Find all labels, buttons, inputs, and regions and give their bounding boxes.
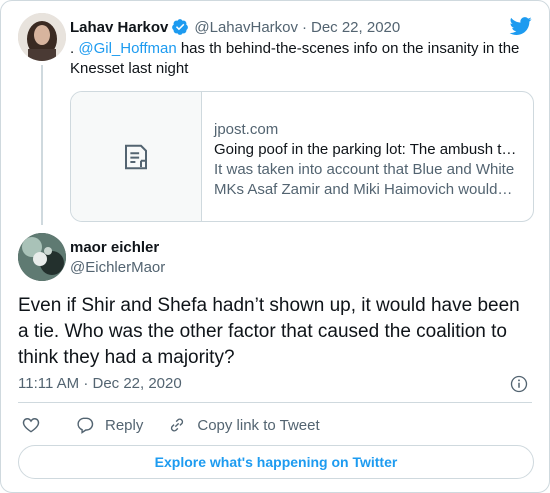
author-name[interactable]: maor eichler: [70, 239, 159, 256]
link-domain: jpost.com: [214, 121, 279, 138]
copy-link-button[interactable]: Copy link to Tweet: [167, 415, 320, 435]
mention-link[interactable]: @Gil_Hoffman: [78, 40, 176, 57]
divider: [18, 402, 532, 403]
author-avatar[interactable]: [18, 233, 66, 281]
info-icon[interactable]: [509, 374, 529, 394]
explore-twitter-button[interactable]: Explore what's happening on Twitter: [18, 445, 534, 479]
like-button[interactable]: [21, 415, 51, 435]
copy-link-label: Copy link to Tweet: [197, 416, 320, 434]
reply-icon: [77, 417, 94, 434]
parent-avatar[interactable]: [18, 13, 66, 61]
link-description: It was taken into account that Blue and …: [214, 161, 515, 198]
twitter-bird-icon[interactable]: [509, 15, 533, 37]
parent-tweet-text: . @Gil_Hoffman has th behind-the-scenes …: [70, 39, 536, 79]
author-handle[interactable]: @EichlerMaor: [70, 259, 165, 276]
parent-author-name[interactable]: Lahav Harkov: [70, 19, 168, 36]
separator-dot: ·: [302, 18, 307, 36]
parent-date[interactable]: Dec 22, 2020: [311, 19, 400, 36]
link-title: Going poof in the parking lot: The ambus…: [214, 141, 521, 158]
reply-label: Reply: [105, 416, 144, 434]
verified-badge-icon: [172, 19, 189, 35]
heart-icon: [22, 418, 40, 433]
tweet-text: Even if Shir and Shefa hadn’t shown up, …: [18, 295, 520, 368]
thread-line: [41, 65, 43, 225]
link-thumbnail: [71, 92, 202, 221]
document-icon: [125, 144, 147, 169]
tweet-timestamp[interactable]: 11:11 AM · Dec 22, 2020: [18, 375, 182, 392]
tweet-embed-card: Lahav Harkov @LahavHarkov · Dec 22, 2020…: [0, 0, 550, 493]
parent-header: Lahav Harkov @LahavHarkov · Dec 22, 2020: [70, 17, 400, 37]
parent-handle[interactable]: @LahavHarkov: [194, 19, 298, 36]
reply-button[interactable]: Reply: [75, 415, 143, 435]
action-bar: Reply Copy link to Tweet: [21, 414, 344, 436]
link-icon: [171, 418, 184, 432]
link-body: jpost.com Going poof in the parking lot:…: [202, 92, 533, 221]
link-preview-card[interactable]: jpost.com Going poof in the parking lot:…: [70, 91, 534, 222]
